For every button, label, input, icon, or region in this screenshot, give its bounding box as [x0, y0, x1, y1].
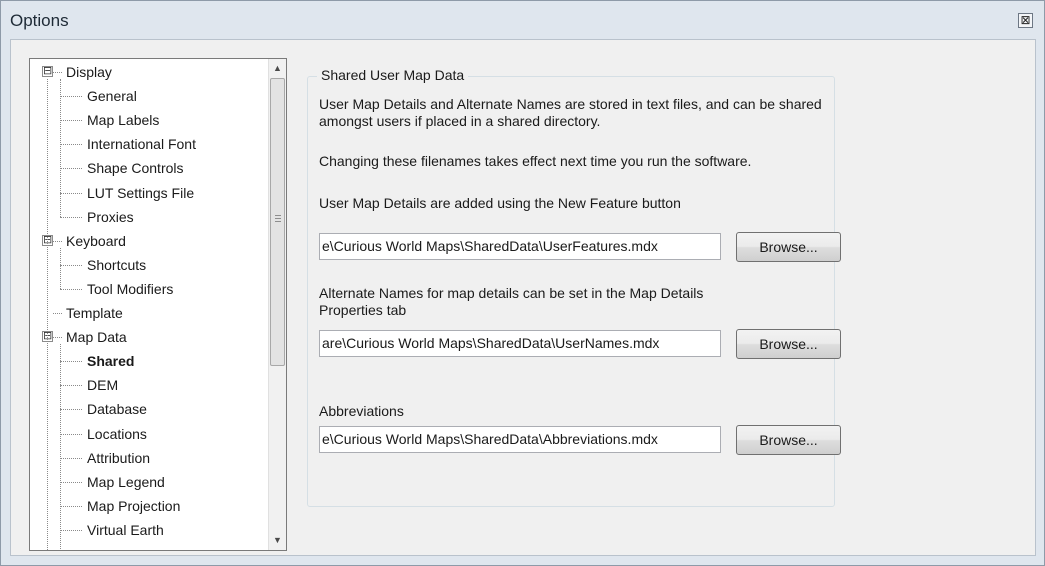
- tree-connector: [60, 216, 82, 218]
- tree-item-general[interactable]: General: [87, 85, 137, 107]
- tree-item-international-font[interactable]: International Font: [87, 133, 196, 155]
- tree-connector: [60, 264, 82, 266]
- tree-item-shared[interactable]: Shared: [87, 350, 134, 372]
- options-tree[interactable]: Display ⊟ General Map Labels International F…: [29, 58, 287, 551]
- title-bar: Options ⊠: [1, 1, 1044, 39]
- tree-item-map-legend[interactable]: Map Legend: [87, 471, 165, 493]
- tree-connector: [53, 240, 62, 242]
- browse-alt-names-button[interactable]: Browse...: [736, 329, 841, 359]
- alt-names-path-input[interactable]: are\Curious World Maps\SharedData\UserNa…: [319, 330, 721, 357]
- tree-connector: [60, 144, 82, 146]
- tree-connector: [60, 505, 82, 507]
- grip-line: [275, 218, 281, 219]
- scroll-up-icon[interactable]: ▲: [269, 60, 286, 77]
- grip-line: [275, 215, 281, 216]
- tree-connector: [60, 385, 82, 387]
- tree-item-keyboard[interactable]: Keyboard: [66, 230, 126, 252]
- tree-connector: [60, 529, 82, 531]
- tree-connector: [60, 361, 82, 363]
- tree-connector: [47, 79, 48, 550]
- close-icon[interactable]: ⊠: [1018, 13, 1033, 28]
- tree-item-shape-controls[interactable]: Shape Controls: [87, 157, 184, 179]
- tree-connector: [60, 168, 82, 170]
- tree-item-locations[interactable]: Locations: [87, 423, 147, 445]
- abbreviations-path-value: e\Curious World Maps\SharedData\Abbrevia…: [322, 431, 658, 447]
- abbreviations-label: Abbreviations: [319, 403, 404, 419]
- tree-connector: [60, 79, 61, 217]
- user-features-label: User Map Details are added using the New…: [319, 195, 681, 211]
- tree-item-map-projection[interactable]: Map Projection: [87, 495, 180, 517]
- tree-item-virtual-earth[interactable]: Virtual Earth: [87, 519, 164, 541]
- tree-connector: [60, 120, 82, 122]
- tree-connector: [53, 337, 62, 339]
- grip-line: [275, 221, 281, 222]
- tree-item-proxies[interactable]: Proxies: [87, 206, 134, 228]
- tree-connector: [60, 457, 82, 459]
- tree-items: Display ⊟ General Map Labels International F…: [30, 59, 260, 550]
- window-title: Options: [10, 11, 69, 30]
- tree-connector: [60, 344, 61, 549]
- alt-names-label: Alternate Names for map details can be s…: [319, 285, 704, 318]
- browse-abbreviations-button[interactable]: Browse...: [736, 425, 841, 455]
- user-features-path-value: e\Curious World Maps\SharedData\UserFeat…: [322, 238, 658, 254]
- intro-text: User Map Details and Alternate Names are…: [319, 96, 822, 129]
- abbreviations-path-input[interactable]: e\Curious World Maps\SharedData\Abbrevia…: [319, 426, 721, 453]
- tree-connector: [60, 247, 61, 289]
- options-window: Options ⊠ Display ⊟ General Map Labels Inter…: [0, 0, 1045, 566]
- tree-connector: [60, 433, 82, 435]
- tree-connector: [60, 288, 82, 290]
- tree-item-database[interactable]: Database: [87, 398, 147, 420]
- alt-names-path-value: are\Curious World Maps\SharedData\UserNa…: [322, 335, 660, 351]
- tree-connector: [60, 192, 82, 194]
- tree-scrollbar[interactable]: ▲ ▼: [268, 59, 286, 550]
- restart-note: Changing these filenames takes effect ne…: [319, 153, 752, 169]
- tree-item-shortcuts[interactable]: Shortcuts: [87, 254, 146, 276]
- tree-connector: [53, 313, 62, 314]
- tree-item-dem[interactable]: DEM: [87, 374, 118, 396]
- tree-item-display[interactable]: Display: [66, 61, 112, 83]
- tree-item-tool-modifiers[interactable]: Tool Modifiers: [87, 278, 173, 300]
- scroll-thumb[interactable]: [270, 78, 285, 366]
- browse-user-features-button[interactable]: Browse...: [736, 232, 841, 262]
- options-client-area: Display ⊟ General Map Labels International F…: [10, 39, 1036, 556]
- tree-connector: [60, 96, 82, 98]
- scroll-down-icon[interactable]: ▼: [269, 532, 286, 549]
- tree-item-template[interactable]: Template: [66, 302, 123, 324]
- user-features-path-input[interactable]: e\Curious World Maps\SharedData\UserFeat…: [319, 233, 721, 260]
- collapse-icon[interactable]: ⊟: [42, 66, 53, 77]
- group-title: Shared User Map Data: [317, 67, 469, 83]
- tree-item-map-labels[interactable]: Map Labels: [87, 109, 159, 131]
- tree-item-attribution[interactable]: Attribution: [87, 447, 150, 469]
- tree-connector: [53, 72, 62, 73]
- tree-connector: [60, 409, 82, 411]
- tree-connector: [60, 481, 82, 483]
- tree-item-lut-settings-file[interactable]: LUT Settings File: [87, 182, 194, 204]
- tree-item-map-data[interactable]: Map Data: [66, 326, 127, 348]
